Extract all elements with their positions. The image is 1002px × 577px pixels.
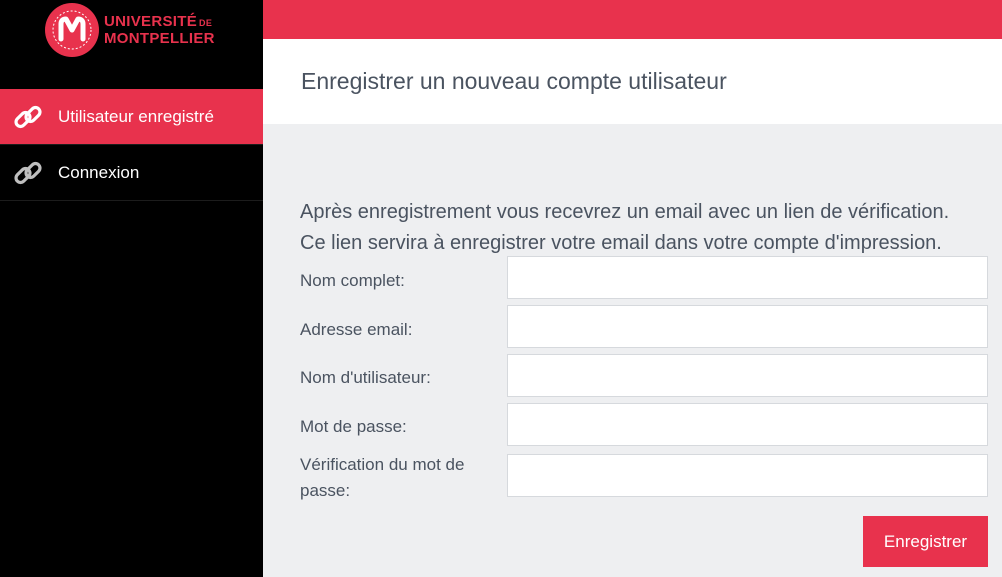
link-icon — [11, 100, 45, 134]
top-bar — [263, 0, 1002, 39]
username-input[interactable] — [507, 354, 988, 397]
sidebar-item-connexion[interactable]: Connexion — [0, 145, 263, 201]
page-header: Enregistrer un nouveau compte utilisateu… — [263, 39, 1002, 124]
sidebar: UNIVERSITÉ DE MONTPELLIER Utilisateur enr… — [0, 0, 263, 577]
email-input[interactable] — [507, 305, 988, 348]
password-confirm-label: Vérification du mot de passe: — [300, 455, 465, 500]
logo-line1-suffix: DE — [199, 18, 213, 28]
username-label: Nom d'utilisateur: — [300, 368, 431, 387]
sidebar-item-label: Connexion — [58, 162, 140, 182]
logo-line2: MONTPELLIER — [104, 30, 215, 47]
fullname-label: Nom complet: — [300, 271, 405, 290]
university-logo[interactable]: UNIVERSITÉ DE MONTPELLIER — [44, 2, 215, 58]
sidebar-item-registered-user[interactable]: Utilisateur enregistré — [0, 89, 263, 145]
university-seal-icon — [45, 3, 99, 57]
sidebar-item-label: Utilisateur enregistré — [58, 106, 214, 126]
link-icon — [11, 156, 45, 190]
intro-text: Après enregistrement vous recevrez un em… — [300, 197, 990, 259]
password-confirm-input[interactable] — [507, 454, 988, 497]
fullname-input[interactable] — [507, 256, 988, 299]
sidebar-nav: Utilisateur enregistré Connexion — [0, 89, 263, 201]
email-label: Adresse email: — [300, 320, 413, 339]
password-label: Mot de passe: — [300, 417, 407, 436]
register-button[interactable]: Enregistrer — [863, 516, 988, 567]
page-title: Enregistrer un nouveau compte utilisateu… — [301, 68, 727, 94]
intro-line-2: Ce lien servira à enregistrer votre emai… — [300, 232, 942, 254]
logo-text: UNIVERSITÉ DE MONTPELLIER — [104, 14, 215, 46]
logo-line1: UNIVERSITÉ — [104, 13, 198, 30]
password-input[interactable] — [507, 403, 988, 446]
intro-line-1: Après enregistrement vous recevrez un em… — [300, 201, 950, 223]
